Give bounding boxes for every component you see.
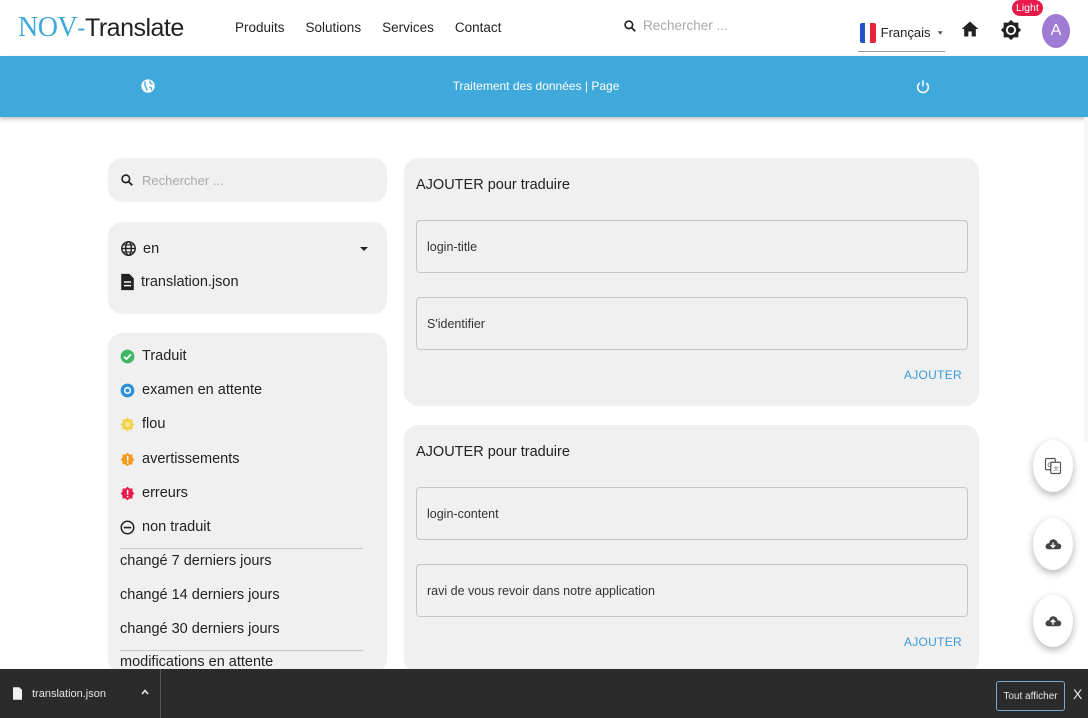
- download-bar: translation.json: [0, 669, 1088, 718]
- cloud-upload-icon: [1045, 616, 1062, 627]
- top-navbar: NOV-Translate Produits Solutions Service…: [0, 0, 1088, 56]
- pending-review-icon: [120, 383, 135, 397]
- warning-badge-icon: [120, 452, 135, 466]
- upload-button[interactable]: [1033, 595, 1073, 647]
- language-select[interactable]: Français: [858, 14, 945, 52]
- download-button[interactable]: [1033, 518, 1073, 570]
- filter-fuzzy[interactable]: flou: [120, 416, 165, 432]
- search-icon: [121, 174, 133, 186]
- menu-produits[interactable]: Produits: [235, 20, 285, 35]
- file-icon: [13, 687, 22, 700]
- theme-badge: Light: [1012, 0, 1043, 16]
- fuzzy-badge-icon: [120, 417, 135, 431]
- filter-label: avertissements: [142, 451, 240, 467]
- filter-pending-changes[interactable]: modifications en attente: [120, 654, 273, 670]
- filter-warnings[interactable]: avertissements: [120, 451, 240, 467]
- close-download-bar-button[interactable]: X: [1073, 686, 1082, 702]
- auto-translate-button[interactable]: G文: [1033, 440, 1073, 492]
- filter-pending-review[interactable]: examen en attente: [120, 382, 262, 398]
- divider: [120, 548, 363, 549]
- translation-field[interactable]: S'identifier: [416, 297, 968, 350]
- logo[interactable]: NOV-Translate: [18, 12, 184, 44]
- sidebar-search-input[interactable]: Rechercher ...: [108, 158, 387, 202]
- translation-field[interactable]: ravi de vous revoir dans notre applicati…: [416, 564, 968, 617]
- key-field[interactable]: login-content: [416, 487, 968, 540]
- menu-contact[interactable]: Contact: [455, 20, 502, 35]
- language-file-panel: en translation.json: [108, 222, 387, 314]
- search-icon: [624, 19, 636, 32]
- translation-value: ravi de vous revoir dans notre applicati…: [427, 583, 655, 598]
- filter-label: Traduit: [142, 348, 187, 364]
- google-translate-icon: G文: [1044, 457, 1062, 475]
- chevron-down-icon: [938, 30, 944, 35]
- logo-dash: -: [77, 14, 85, 42]
- top-search-input[interactable]: Rechercher ...: [623, 18, 728, 33]
- filter-label: changé 7 derniers jours: [120, 553, 272, 569]
- language-dropdown[interactable]: en: [120, 240, 375, 257]
- chevron-up-icon[interactable]: [140, 687, 150, 697]
- download-item[interactable]: translation.json: [0, 669, 161, 718]
- filter-label: examen en attente: [142, 382, 263, 398]
- logo-nov: NOV: [18, 12, 78, 43]
- add-button[interactable]: AJOUTER: [904, 635, 962, 649]
- filter-label: non traduit: [142, 519, 211, 535]
- card-title: AJOUTER pour traduire: [416, 444, 570, 460]
- france-flag-icon: [860, 22, 876, 43]
- filter-label: erreurs: [142, 485, 188, 501]
- logo-translate: Translate: [85, 14, 184, 42]
- error-badge-icon: [120, 486, 135, 500]
- filter-label: flou: [142, 416, 166, 432]
- file-name: translation.json: [141, 274, 239, 290]
- language-label: Français: [880, 25, 931, 40]
- svg-text:G: G: [1047, 462, 1052, 469]
- translation-value: S'identifier: [427, 316, 485, 331]
- add-button[interactable]: AJOUTER: [904, 368, 962, 382]
- filters-panel: Traduit examen en attente flou avertisse…: [108, 333, 387, 673]
- main-menu: Produits Solutions Services Contact: [235, 20, 522, 35]
- menu-services[interactable]: Services: [382, 20, 434, 35]
- file-item[interactable]: translation.json: [120, 273, 239, 291]
- scrollbar[interactable]: [1084, 117, 1088, 442]
- minus-circle-icon: [120, 520, 135, 534]
- caret-down-icon: [360, 246, 368, 251]
- add-translation-card: AJOUTER pour traduire login-title S'iden…: [404, 158, 979, 406]
- globe-icon: [121, 241, 136, 256]
- page-title: Traitement des données | Page: [452, 79, 620, 93]
- filter-errors[interactable]: erreurs: [120, 485, 188, 501]
- menu-solutions[interactable]: Solutions: [306, 20, 362, 35]
- filter-changed-14-days[interactable]: changé 14 derniers jours: [120, 587, 280, 603]
- check-circle-icon: [120, 349, 135, 363]
- key-field[interactable]: login-title: [416, 220, 968, 273]
- filter-changed-30-days[interactable]: changé 30 derniers jours: [120, 621, 280, 637]
- power-icon[interactable]: [915, 78, 931, 96]
- top-search-placeholder: Rechercher ...: [643, 18, 728, 33]
- filter-untranslated[interactable]: non traduit: [120, 519, 211, 535]
- home-icon[interactable]: [960, 19, 980, 39]
- key-value: login-content: [427, 506, 499, 521]
- filter-label: changé 14 derniers jours: [120, 587, 280, 603]
- language-code: en: [143, 240, 160, 257]
- filter-translated[interactable]: Traduit: [120, 348, 187, 364]
- avatar[interactable]: A: [1042, 14, 1070, 48]
- divider: [120, 650, 363, 651]
- theme-toggle-icon[interactable]: [1000, 19, 1022, 41]
- sidebar-search-placeholder: Rechercher ...: [142, 172, 224, 188]
- filter-label: changé 30 derniers jours: [120, 621, 280, 637]
- file-icon: [121, 273, 134, 291]
- filter-label: modifications en attente: [120, 654, 274, 670]
- cloud-download-icon: [1045, 539, 1062, 550]
- download-file-name: translation.json: [32, 687, 106, 700]
- card-title: AJOUTER pour traduire: [416, 177, 570, 193]
- add-translation-card: AJOUTER pour traduire login-content ravi…: [404, 425, 979, 673]
- filter-changed-7-days[interactable]: changé 7 derniers jours: [120, 553, 272, 569]
- page-banner: Traitement des données | Page: [0, 56, 1088, 117]
- show-all-button[interactable]: Tout afficher: [996, 681, 1065, 711]
- key-value: login-title: [427, 239, 478, 254]
